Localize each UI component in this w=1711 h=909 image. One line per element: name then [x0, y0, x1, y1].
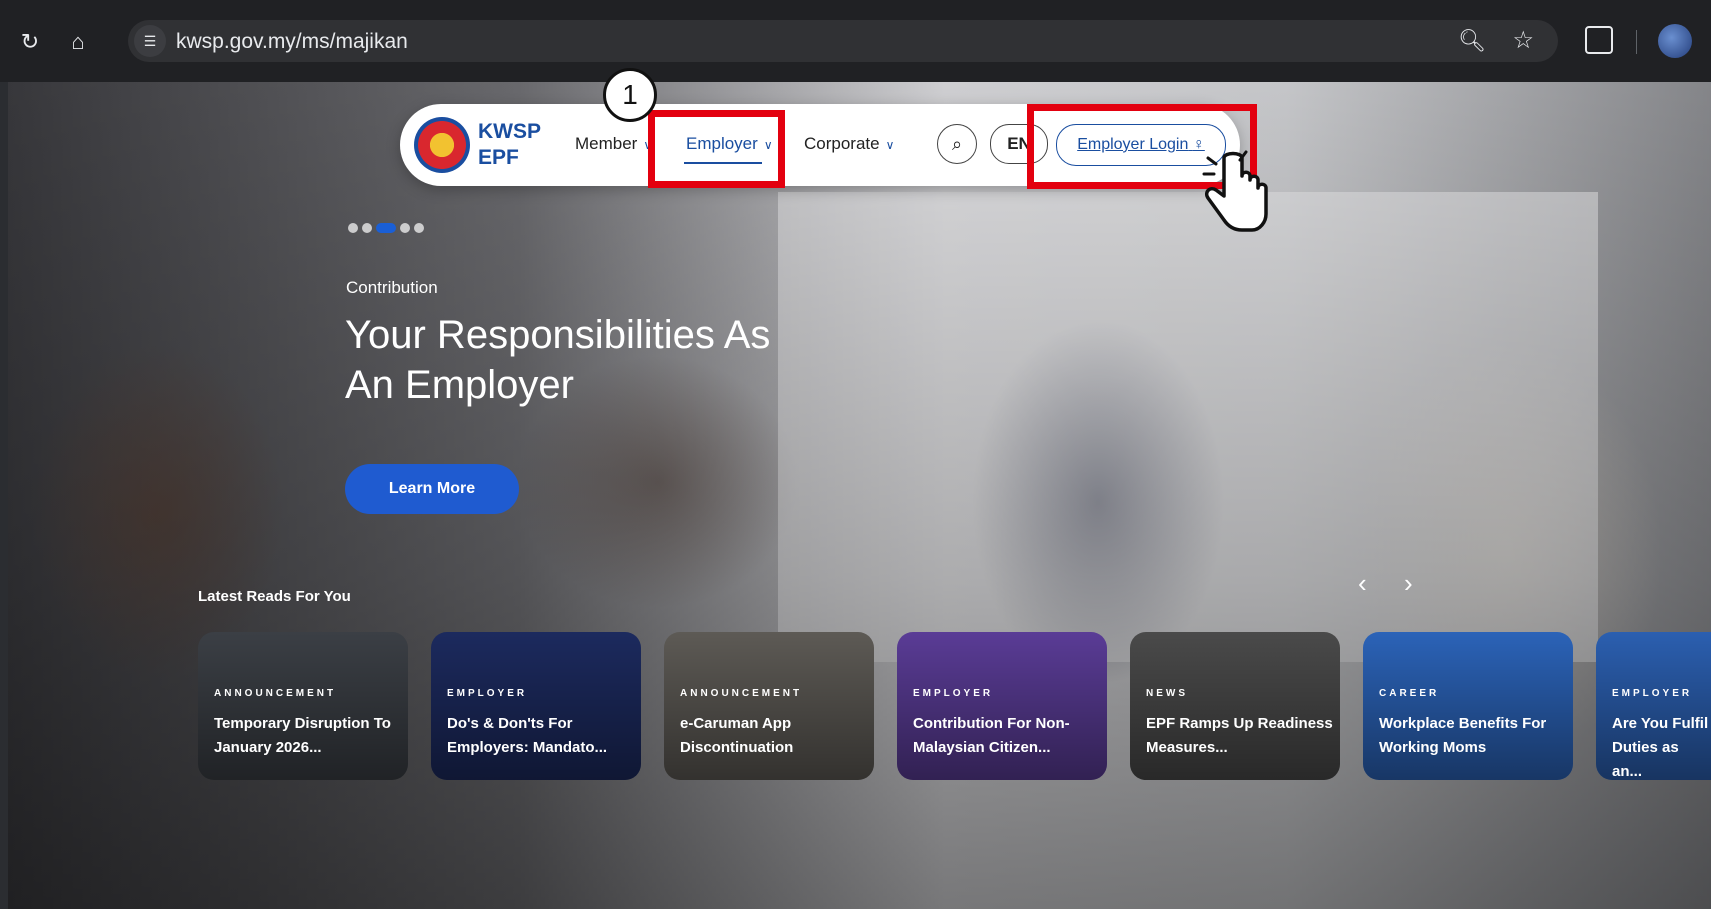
home-icon[interactable]: ⌂ [62, 26, 94, 58]
card-title: EPF Ramps Up Readiness Measures... [1146, 715, 1333, 756]
card-title: Contribution For Non-Malaysian Citizen..… [913, 715, 1070, 756]
slide-dot[interactable] [400, 223, 410, 233]
logo-text-kwsp[interactable]: KWSP [478, 120, 541, 144]
latest-reads-heading: Latest Reads For You [198, 588, 351, 605]
chevron-right-icon[interactable]: › [1404, 568, 1413, 599]
slide-dot[interactable] [414, 223, 424, 233]
hero-title: Your Responsibilities As An Employer [345, 313, 771, 407]
card-title: Are You Fulfil Duties as an... [1612, 715, 1709, 780]
card-title: Workplace Benefits For Working Moms [1379, 715, 1547, 756]
card-tag: ANNOUNCEMENT [680, 688, 803, 699]
nav-member-label: Member [575, 134, 638, 153]
card-title: Do's & Don'ts For Employers: Mandato... [447, 715, 608, 756]
slide-dot[interactable] [348, 223, 358, 233]
read-card[interactable]: EMPLOYER Are You Fulfil Duties as an... [1596, 632, 1711, 780]
nav-corporate-label: Corporate [804, 134, 880, 153]
read-card[interactable]: ANNOUNCEMENT e-Caruman App Discontinuati… [664, 632, 874, 780]
reload-icon[interactable]: ↻ [14, 26, 46, 58]
pointer-hand-icon [1202, 150, 1268, 232]
chevron-left-icon[interactable]: ‹ [1358, 568, 1367, 599]
search-button[interactable]: ⌕ [937, 124, 977, 164]
address-bar[interactable]: ☰ kwsp.gov.my/ms/majikan 🔍︎ ☆ [128, 20, 1558, 62]
card-title: Temporary Disruption To January 2026... [214, 715, 391, 756]
read-card[interactable]: EMPLOYER Contribution For Non-Malaysian … [897, 632, 1107, 780]
url-text[interactable]: kwsp.gov.my/ms/majikan [176, 30, 408, 54]
read-card[interactable]: CAREER Workplace Benefits For Working Mo… [1363, 632, 1573, 780]
hero-shade [8, 82, 1711, 909]
card-tag: EMPLOYER [1612, 688, 1693, 699]
slide-indicators [348, 220, 428, 238]
read-card[interactable]: NEWS EPF Ramps Up Readiness Measures... [1130, 632, 1340, 780]
card-tag: ANNOUNCEMENT [214, 688, 337, 699]
card-tag: CAREER [1379, 688, 1440, 699]
profile-avatar[interactable] [1658, 24, 1692, 58]
highlight-box-employer [648, 110, 785, 188]
card-tag: EMPLOYER [447, 688, 528, 699]
card-title: e-Caruman App Discontinuation [680, 715, 794, 756]
slide-dot-active[interactable] [376, 223, 396, 233]
read-card[interactable]: ANNOUNCEMENT Temporary Disruption To Jan… [198, 632, 408, 780]
extensions-icon[interactable] [1585, 26, 1613, 54]
learn-more-button[interactable]: Learn More [345, 464, 519, 514]
star-icon[interactable]: ☆ [1512, 26, 1534, 55]
zoom-icon[interactable]: 🔍︎ [1458, 28, 1486, 54]
browser-toolbar: ↻ ⌂ ☰ kwsp.gov.my/ms/majikan 🔍︎ ☆ [0, 0, 1711, 82]
card-tag: EMPLOYER [913, 688, 994, 699]
nav-item-member[interactable]: Member ∨ [575, 134, 652, 154]
toolbar-divider [1636, 30, 1637, 54]
chevron-down-icon: ∨ [885, 138, 895, 152]
step-number-badge: 1 [603, 68, 657, 122]
card-tag: NEWS [1146, 688, 1188, 699]
read-card[interactable]: EMPLOYER Do's & Don'ts For Employers: Ma… [431, 632, 641, 780]
logo-text-epf[interactable]: EPF [478, 146, 519, 170]
kwsp-logo-icon[interactable] [414, 117, 470, 173]
search-icon: ⌕ [951, 134, 963, 154]
hero-banner: KWSP EPF Member ∨ Employer ∨ Corporate ∨ ⌕ … [8, 82, 1711, 909]
hero-category: Contribution [346, 278, 438, 297]
nav-item-corporate[interactable]: Corporate ∨ [804, 134, 894, 154]
site-info-icon[interactable]: ☰ [134, 25, 166, 57]
slide-dot[interactable] [362, 223, 372, 233]
